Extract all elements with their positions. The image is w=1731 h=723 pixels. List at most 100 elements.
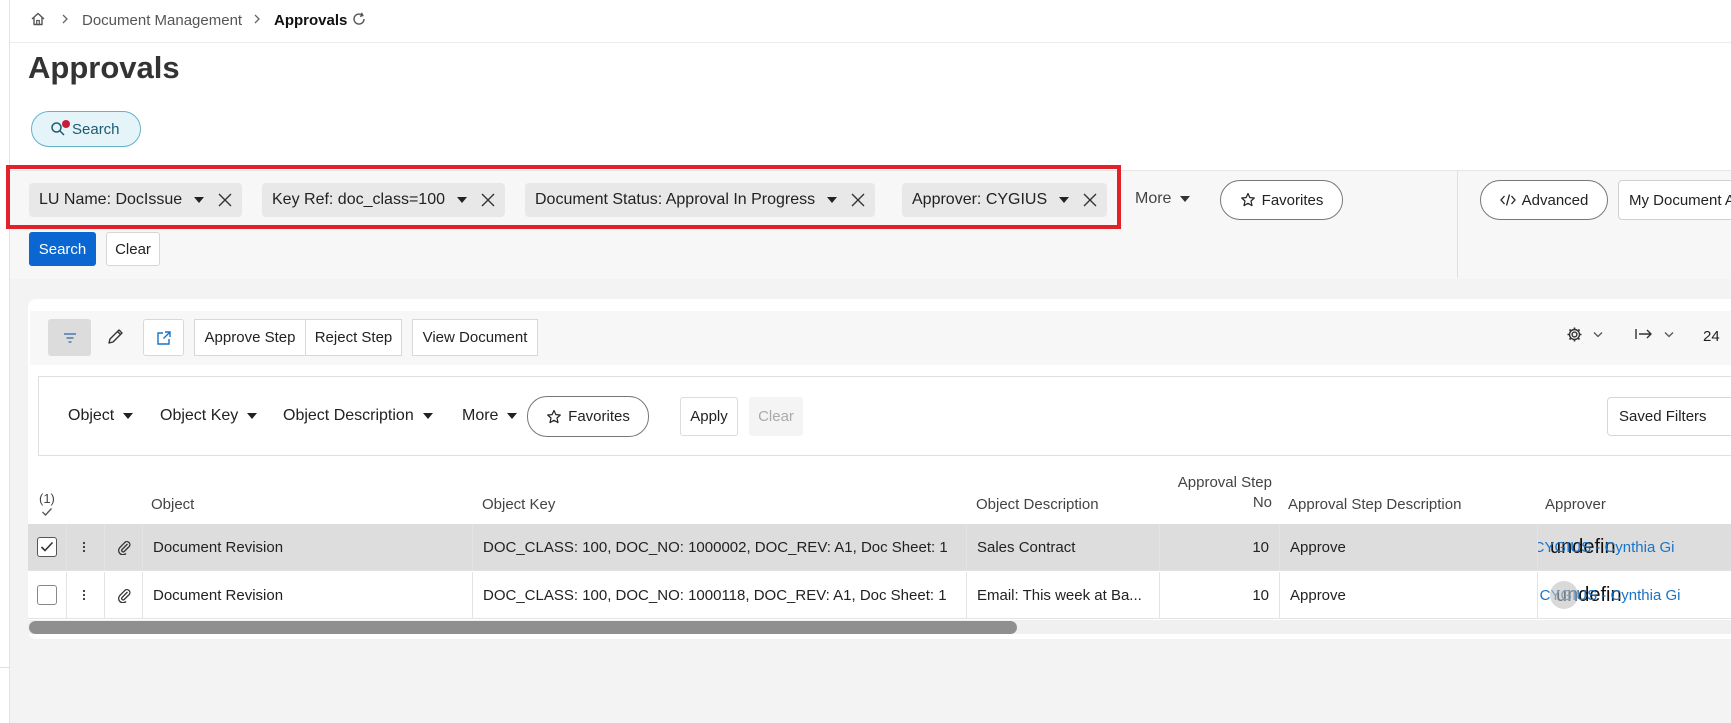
object-cell: Document Revision	[143, 524, 473, 570]
more-table-filters-dropdown[interactable]: More	[462, 407, 518, 425]
breadcrumb-approvals: Approvals	[274, 12, 348, 29]
filter-chip-lu-name[interactable]: LU Name: DocIssue	[29, 183, 243, 217]
chevron-down-icon	[1664, 331, 1674, 338]
table-row[interactable]: Document Revision DOC_CLASS: 100, DOC_NO…	[28, 572, 1731, 619]
filter-panel-divider	[1457, 170, 1458, 278]
saved-filters-select[interactable]: Saved Filters	[1607, 397, 1731, 436]
column-header-approval-step-description[interactable]: Approval Step Description	[1288, 496, 1461, 513]
filter-chip-label: Document Status: Approval In Progress	[535, 191, 816, 208]
favorites-button[interactable]: Favorites	[1220, 180, 1343, 220]
caret-down-icon[interactable]	[1059, 197, 1070, 203]
close-icon[interactable]	[218, 193, 232, 207]
close-icon[interactable]	[851, 193, 865, 207]
clear-table-filters-button[interactable]: Clear	[749, 397, 803, 436]
avatar	[1550, 581, 1578, 609]
approval-step-description-cell: Approve	[1280, 524, 1538, 570]
approval-step-no-cell: 10	[1160, 572, 1280, 618]
row-select-cell[interactable]	[28, 524, 67, 570]
paperclip-icon[interactable]	[116, 587, 132, 603]
row-menu-cell[interactable]	[67, 572, 105, 618]
more-filters-dropdown[interactable]: More	[1135, 190, 1191, 208]
column-header-approval-step-no-line2: No	[1252, 494, 1272, 511]
refresh-icon[interactable]	[351, 11, 367, 27]
filter-chip-label: Key Ref: doc_class=100	[272, 191, 445, 208]
clear-filters-button[interactable]: Clear	[106, 232, 160, 266]
view-document-button[interactable]: View Document	[412, 319, 538, 356]
object-filter-dropdown[interactable]: Object	[68, 407, 134, 425]
caret-down-icon[interactable]	[457, 197, 467, 203]
approver-link[interactable]: CYGIUS - Cynthia Gi	[1538, 539, 1675, 556]
approve-step-button[interactable]: Approve Step	[194, 319, 306, 356]
caret-down-icon	[123, 413, 134, 419]
filter-toggle-button[interactable]	[48, 319, 91, 356]
table-favorites-button[interactable]: Favorites	[527, 396, 649, 437]
advanced-button[interactable]: Advanced	[1480, 180, 1608, 220]
filter-icon	[62, 332, 78, 344]
column-header-object-key[interactable]: Object Key	[482, 496, 555, 513]
more-vertical-icon[interactable]	[82, 541, 86, 553]
object-description-filter-label: Object Description	[283, 407, 414, 424]
table-row[interactable]: Document Revision DOC_CLASS: 100, DOC_NO…	[28, 524, 1731, 571]
column-header-object-description[interactable]: Object Description	[976, 496, 1099, 513]
chevron-down-icon	[1593, 331, 1603, 338]
object-description-cell: Sales Contract	[967, 524, 1160, 570]
select-all-checkmark-icon[interactable]	[41, 507, 53, 517]
chevron-right-icon	[252, 13, 262, 25]
object-cell: Document Revision	[143, 572, 473, 618]
approver-cell: undefin CYGIUS - Cynthia Gi	[1538, 572, 1731, 618]
search-toggle-button[interactable]: Search	[31, 111, 141, 147]
caret-down-icon	[507, 413, 518, 419]
active-filter-indicator	[62, 120, 70, 128]
filter-chip-document-status[interactable]: Document Status: Approval In Progress	[525, 183, 876, 217]
more-vertical-icon[interactable]	[82, 589, 86, 601]
horizontal-scrollbar-thumb[interactable]	[29, 621, 1017, 634]
breadcrumb-document-management[interactable]: Document Management	[82, 12, 242, 29]
my-document-select[interactable]: My Document A	[1618, 180, 1731, 220]
star-icon	[546, 409, 562, 425]
close-icon[interactable]	[481, 193, 495, 207]
favorites-label: Favorites	[1261, 191, 1324, 209]
caret-down-icon[interactable]	[827, 197, 838, 203]
more-table-filters-label: More	[462, 407, 499, 424]
code-icon	[1499, 193, 1516, 207]
column-layout-button[interactable]	[1634, 326, 1674, 342]
row-checkbox[interactable]	[37, 585, 57, 605]
edit-icon[interactable]	[104, 326, 126, 348]
row-menu-cell[interactable]	[67, 524, 105, 570]
column-header-approver[interactable]: Approver	[1545, 496, 1606, 513]
paperclip-icon[interactable]	[116, 539, 132, 555]
search-button[interactable]: Search	[29, 232, 96, 266]
row-select-cell[interactable]	[28, 572, 67, 618]
table-favorites-label: Favorites	[568, 408, 630, 425]
column-header-object[interactable]: Object	[151, 496, 194, 513]
selected-count: (1)	[39, 491, 55, 506]
apply-button[interactable]: Apply	[680, 397, 738, 436]
arrow-right-to-line-icon	[1634, 326, 1654, 342]
reject-step-button[interactable]: Reject Step	[305, 319, 402, 356]
filter-chip-key-ref[interactable]: Key Ref: doc_class=100	[262, 183, 505, 217]
row-checkbox-checked[interactable]	[37, 537, 57, 557]
close-icon[interactable]	[1083, 193, 1097, 207]
object-description-cell: Email: This week at Ba...	[967, 572, 1160, 618]
chevron-right-icon	[60, 13, 70, 25]
page-title: Approvals	[28, 50, 180, 85]
caret-down-icon	[422, 413, 433, 419]
external-link-icon	[155, 329, 173, 347]
filter-chip-approver[interactable]: Approver: CYGIUS	[902, 183, 1108, 217]
object-filter-label: Object	[68, 407, 115, 424]
approval-step-description-cell: Approve	[1280, 572, 1538, 618]
attachment-cell[interactable]	[105, 524, 143, 570]
search-toggle-label: Search	[72, 120, 120, 138]
table-settings-button[interactable]	[1566, 326, 1603, 343]
approver-cell: undefin CYGIUS - Cynthia Gi	[1538, 524, 1731, 570]
object-description-filter-dropdown[interactable]: Object Description	[283, 407, 433, 425]
attachment-cell[interactable]	[105, 572, 143, 618]
column-header-approval-step-no[interactable]: Approval Step No	[1176, 474, 1272, 511]
object-key-cell: DOC_CLASS: 100, DOC_NO: 1000118, DOC_REV…	[473, 572, 967, 618]
object-key-filter-dropdown[interactable]: Object Key	[160, 407, 258, 425]
star-icon	[1240, 192, 1256, 208]
caret-down-icon[interactable]	[194, 197, 205, 203]
open-external-button[interactable]	[143, 319, 184, 356]
home-icon[interactable]	[30, 11, 46, 27]
object-key-filter-label: Object Key	[160, 407, 239, 424]
